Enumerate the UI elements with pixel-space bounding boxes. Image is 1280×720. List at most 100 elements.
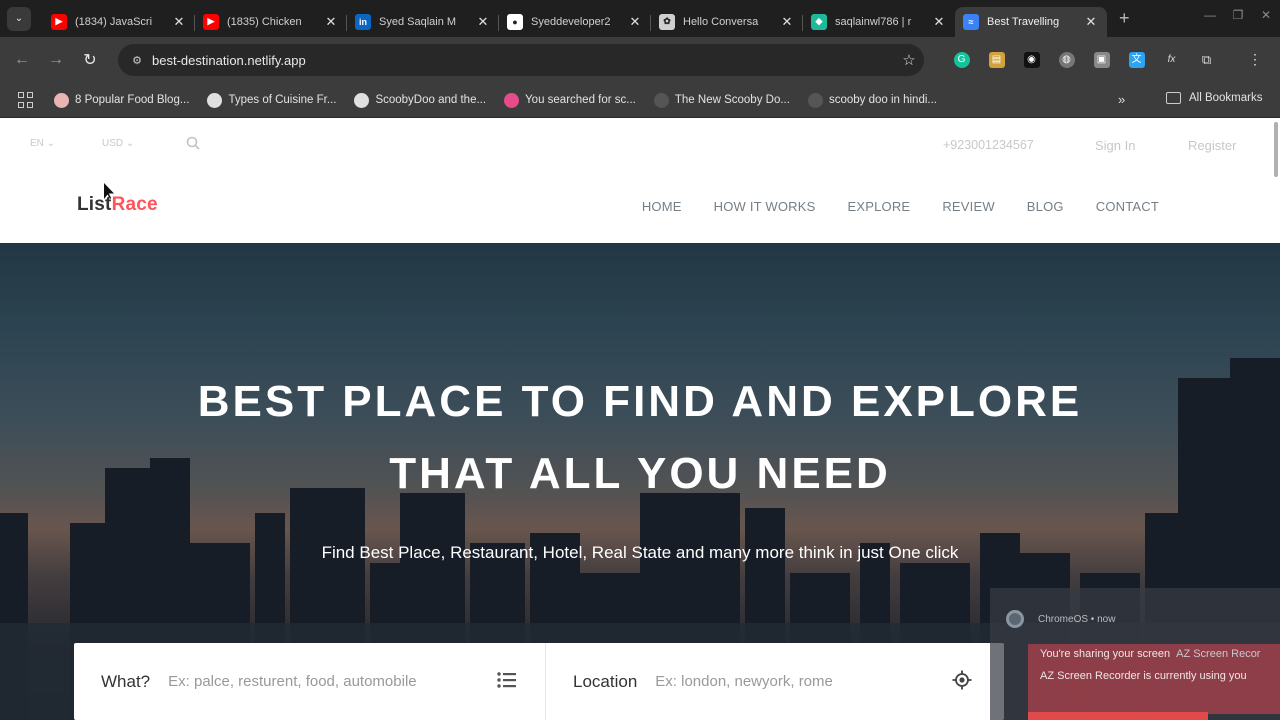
tab-close-icon[interactable]: ✕ <box>323 14 339 30</box>
browser-tab[interactable]: ✿ Hello Conversa ✕ <box>650 7 803 37</box>
register-link[interactable]: Register <box>1188 138 1236 153</box>
what-search-group: What? <box>74 643 546 720</box>
bookmark-star-icon[interactable]: ☆ <box>894 51 924 69</box>
bookmark-favicon-icon <box>504 92 520 108</box>
tab-favicon-icon: ◆ <box>811 13 827 30</box>
screen-share-notification[interactable]: ChromeOS • now You're sharing your scree… <box>990 588 1280 720</box>
browser-tab[interactable]: in Syed Saqlain M ✕ <box>346 7 499 37</box>
tab-favicon-icon: ≈ <box>963 13 979 30</box>
tab-favicon-icon: ▶ <box>203 13 219 30</box>
address-bar[interactable]: ⚙ best-destination.netlify.app ☆ <box>118 44 924 76</box>
tab-close-icon[interactable]: ✕ <box>171 14 187 30</box>
bookmark-item[interactable]: You searched for sc... <box>504 92 636 108</box>
page-scrollbar[interactable] <box>1274 122 1278 177</box>
tab-search-chevron-icon[interactable]: ⌄ <box>7 6 31 31</box>
bookmark-item[interactable]: ScoobyDoo and the... <box>354 92 486 108</box>
tab-title: (1835) Chicken <box>227 15 302 28</box>
bookmark-list: 8 Popular Food Blog... Types of Cuisine F… <box>54 92 955 108</box>
search-icon[interactable] <box>186 136 200 153</box>
window-controls: — ❐ ✕ <box>1196 0 1280 30</box>
nav-link-review[interactable]: REVIEW <box>942 199 994 214</box>
language-select[interactable]: EN ⌄ <box>30 138 55 149</box>
kebab-menu-icon[interactable]: ⋮ <box>1248 51 1262 68</box>
browser-tab[interactable]: ● Syeddeveloper2 ✕ <box>498 7 651 37</box>
nav-link-home[interactable]: HOME <box>642 199 682 214</box>
search-panel: What? Location <box>74 643 1004 720</box>
tab-close-icon[interactable]: ✕ <box>779 14 795 30</box>
crosshair-locate-icon[interactable] <box>952 670 972 695</box>
all-bookmarks-button[interactable]: All Bookmarks <box>1166 92 1263 104</box>
reload-icon[interactable]: ↻ <box>73 50 107 70</box>
location-search-group: Location <box>546 643 1004 720</box>
close-window-icon[interactable]: ✕ <box>1252 8 1280 22</box>
notification-source: ChromeOS • now <box>1038 613 1116 625</box>
browser-tab[interactable]: ≈ Best Travelling ✕ <box>955 6 1107 37</box>
minimize-icon[interactable]: — <box>1196 8 1224 22</box>
tab-favicon-icon: ▶ <box>51 13 67 30</box>
off-badge-extension-icon[interactable]: ▣ <box>1084 52 1119 68</box>
browser-tab[interactable]: ▶ (1835) Chicken ✕ <box>194 7 347 37</box>
url-text[interactable]: best-destination.netlify.app <box>152 53 894 68</box>
tab-close-icon[interactable]: ✕ <box>931 14 947 30</box>
currency-select[interactable]: USD ⌄ <box>102 138 134 149</box>
tab-title: (1834) JavaScri <box>75 15 153 28</box>
formula-extension-icon[interactable]: fx <box>1154 52 1189 68</box>
bookmark-favicon-icon <box>354 92 370 108</box>
tab-title: Syeddeveloper2 <box>531 15 611 28</box>
tab-close-icon[interactable]: ✕ <box>1083 14 1099 30</box>
globe-extension-icon[interactable]: ◍ <box>1049 52 1084 68</box>
puzzle-extensions-icon[interactable]: ⧉ <box>1189 52 1224 68</box>
folder-icon <box>1166 92 1181 104</box>
language-value: EN <box>30 138 44 149</box>
notification-line2: AZ Screen Recorder is currently using yo… <box>1040 670 1247 682</box>
site-topbar: EN ⌄ USD ⌄ +923001234567 Sign In Registe… <box>0 118 1280 174</box>
tab-strip: ⌄ ▶ (1834) JavaScri ✕ ▶ (1835) Chicken ✕ in Sye… <box>0 0 1280 37</box>
nav-link-contact[interactable]: CONTACT <box>1096 199 1159 214</box>
tab-close-icon[interactable]: ✕ <box>475 14 491 30</box>
what-label: What? <box>101 671 151 691</box>
more-bookmarks-chevron-icon[interactable]: » <box>1118 92 1125 107</box>
notification-line1-app: AZ Screen Recor <box>1176 648 1261 660</box>
hero-title-line1: BEST PLACE TO FIND AND EXPLORE <box>197 377 1083 426</box>
notification-line1: You're sharing your screen AZ Screen Reco… <box>1040 648 1260 660</box>
notes-extension-icon[interactable]: ▤ <box>979 52 1014 68</box>
translate-extension-icon[interactable]: 文 <box>1119 52 1154 68</box>
tab-favicon-icon: ✿ <box>659 13 675 30</box>
main-nav: HOME HOW IT WORKS EXPLORE REVIEW BLOG CONTACT <box>610 199 1159 214</box>
grammarly-extension-icon[interactable]: G <box>944 52 979 68</box>
browser-tab[interactable]: ▶ (1834) JavaScri ✕ <box>43 7 195 37</box>
what-input[interactable] <box>168 673 469 690</box>
sign-in-link[interactable]: Sign In <box>1095 138 1135 153</box>
site-info-icon[interactable]: ⚙ <box>122 54 152 67</box>
bookmark-label: The New Scooby Do... <box>674 94 790 106</box>
camera-extension-icon[interactable]: ◉ <box>1014 52 1049 68</box>
back-arrow-icon[interactable]: ← <box>5 51 39 69</box>
apps-grid-icon[interactable] <box>18 92 34 108</box>
forward-arrow-icon[interactable]: → <box>39 51 73 69</box>
browser-tab[interactable]: ◆ saqlainwl786 | r ✕ <box>802 7 955 37</box>
list-icon[interactable] <box>497 671 517 694</box>
bookmark-label: You searched for sc... <box>525 94 636 106</box>
currency-value: USD <box>102 138 124 149</box>
bookmark-item[interactable]: scooby doo in hindi... <box>807 92 937 108</box>
bookmark-item[interactable]: 8 Popular Food Blog... <box>54 92 189 108</box>
tab-close-icon[interactable]: ✕ <box>627 14 643 30</box>
bookmark-item[interactable]: Types of Cuisine Fr... <box>207 92 336 108</box>
location-input[interactable] <box>655 673 906 690</box>
tab-title: saqlainwl786 | r <box>835 15 912 28</box>
hero-subtitle: Find Best Place, Restaurant, Hotel, Real… <box>321 543 959 562</box>
notification-action-bar[interactable] <box>1028 712 1208 720</box>
tab-title: Hello Conversa <box>683 15 759 28</box>
bookmark-label: scooby doo in hindi... <box>828 94 937 106</box>
new-tab-plus-icon[interactable]: + <box>1119 8 1130 29</box>
tab-title: Syed Saqlain M <box>379 15 457 28</box>
logo-text-list: List <box>77 194 112 215</box>
tab-title: Best Travelling <box>987 15 1060 28</box>
site-logo[interactable]: ListRace <box>77 194 158 216</box>
bookmark-item[interactable]: The New Scooby Do... <box>653 92 790 108</box>
nav-link-blog[interactable]: BLOG <box>1027 199 1064 214</box>
browser-toolbar: ← → ↻ ⚙ best-destination.netlify.app ☆ G… <box>0 37 1280 83</box>
nav-link-explore[interactable]: EXPLORE <box>847 199 910 214</box>
nav-link-how-it-works[interactable]: HOW IT WORKS <box>714 199 816 214</box>
maximize-icon[interactable]: ❐ <box>1224 8 1252 22</box>
